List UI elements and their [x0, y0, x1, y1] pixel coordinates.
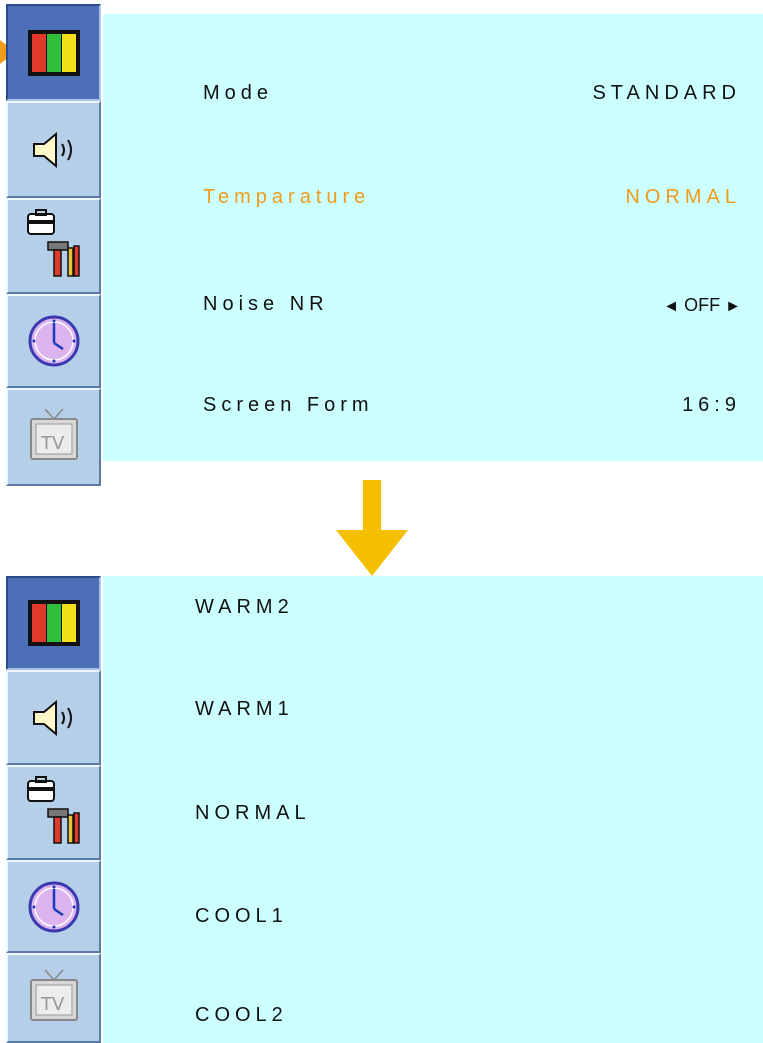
down-arrow-icon: [336, 480, 408, 576]
tab-tools[interactable]: [6, 765, 101, 860]
tab-tv[interactable]: TV: [6, 388, 101, 486]
tv-icon: TV: [29, 408, 78, 460]
screen-form-value: 16:9: [682, 394, 741, 416]
menu-row-noise-nr[interactable]: Noise NR ◄ OFF ►: [203, 285, 741, 325]
menu-row-temperature[interactable]: Temparature NORMAL: [203, 178, 741, 218]
sound-icon: [32, 131, 72, 168]
tab-sound[interactable]: [6, 101, 101, 198]
option-cool2[interactable]: COOL2: [195, 1004, 288, 1027]
noise-nr-value: OFF: [684, 295, 721, 315]
tab-tools[interactable]: [6, 198, 101, 294]
picture-icon: [27, 600, 80, 646]
tab-timer[interactable]: [6, 294, 101, 388]
option-normal[interactable]: NORMAL: [195, 802, 311, 825]
option-warm1[interactable]: WARM1: [195, 698, 294, 721]
menu-sidebar-bottom: TV: [6, 576, 101, 1043]
tab-tv[interactable]: TV: [6, 953, 101, 1043]
noise-nr-label: Noise NR: [203, 293, 329, 315]
tools-icon: [26, 209, 80, 277]
tab-picture[interactable]: [6, 576, 101, 670]
tools-icon: [26, 775, 80, 844]
tab-picture[interactable]: [6, 4, 101, 101]
picture-icon: [27, 29, 80, 76]
svg-text:TV: TV: [40, 994, 65, 1015]
screen-form-label: Screen Form: [203, 394, 374, 416]
option-warm2[interactable]: WARM2: [195, 596, 294, 619]
clock-icon: [28, 881, 79, 932]
tab-sound[interactable]: [6, 670, 101, 765]
menu-row-mode[interactable]: Mode STANDARD: [203, 74, 741, 114]
temperature-value: NORMAL: [625, 186, 741, 208]
mode-label: Mode: [203, 82, 274, 104]
temperature-label: Temparature: [203, 186, 371, 208]
option-cool1[interactable]: COOL1: [195, 905, 288, 928]
tab-timer[interactable]: [6, 860, 101, 953]
svg-text:TV: TV: [40, 433, 65, 454]
noise-nr-selector[interactable]: ◄ OFF ►: [663, 295, 741, 316]
tv-icon: TV: [29, 969, 78, 1021]
menu-row-screen-form[interactable]: Screen Form 16:9: [203, 386, 741, 426]
sound-icon: [32, 699, 72, 736]
arrow-right-icon[interactable]: ►: [725, 298, 741, 315]
arrow-left-icon[interactable]: ◄: [663, 298, 679, 315]
menu-sidebar: TV: [6, 4, 101, 486]
clock-icon: [28, 315, 79, 367]
mode-value: STANDARD: [592, 82, 741, 104]
